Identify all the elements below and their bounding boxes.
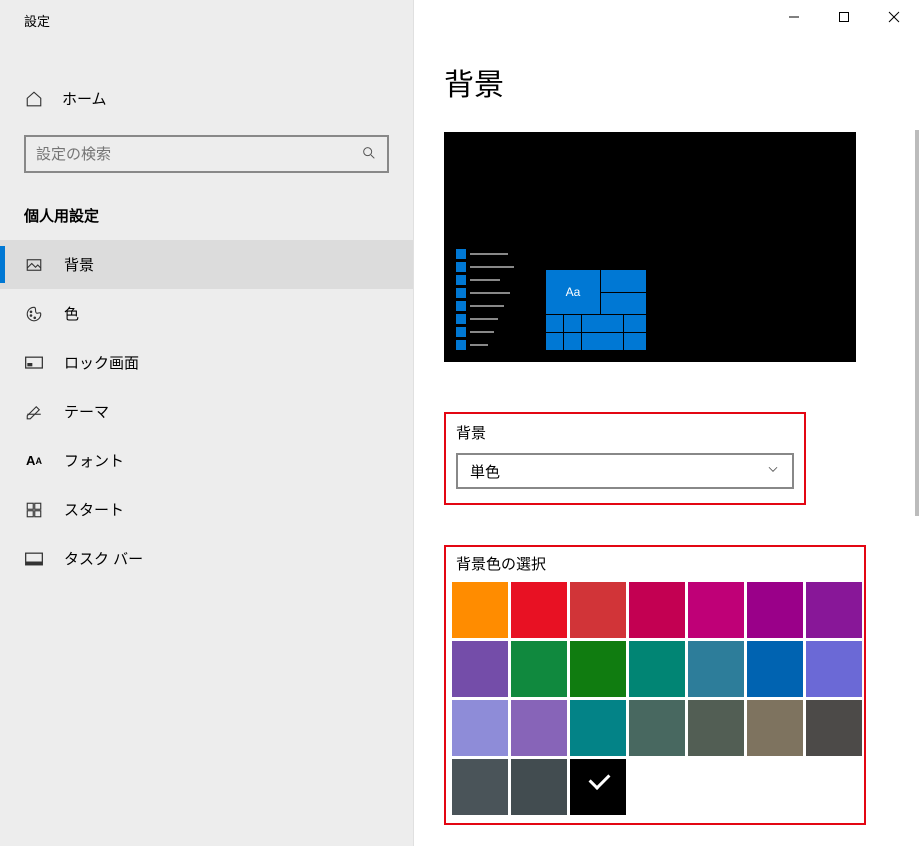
nav-item-lockscreen[interactable]: ロック画面 (0, 338, 413, 387)
color-swatch[interactable] (452, 759, 508, 815)
color-swatch[interactable] (688, 582, 744, 638)
nav-item-themes[interactable]: テーマ (0, 387, 413, 436)
monitor-icon (24, 353, 44, 373)
nav-item-label: スタート (64, 499, 124, 520)
desktop-preview: Aa (444, 132, 856, 362)
search-field[interactable] (36, 146, 361, 163)
color-swatch[interactable] (747, 641, 803, 697)
category-label: 個人用設定 (0, 173, 413, 240)
nav-item-label: 色 (64, 303, 79, 324)
color-swatch[interactable] (570, 582, 626, 638)
color-swatch[interactable] (806, 700, 862, 756)
nav-home-label: ホーム (62, 88, 107, 109)
color-swatch[interactable] (747, 700, 803, 756)
background-dropdown-value: 単色 (470, 461, 500, 482)
window-title: 設定 (0, 0, 413, 40)
nav-list: 背景 色 ロック画面 テーマ AA フォント (0, 240, 413, 583)
color-swatch[interactable] (747, 582, 803, 638)
chevron-down-icon (766, 462, 780, 480)
color-swatch[interactable] (570, 759, 626, 815)
color-swatch[interactable] (688, 700, 744, 756)
background-type-section: 背景 単色 (444, 412, 806, 505)
nav-item-taskbar[interactable]: タスク バー (0, 534, 413, 583)
color-swatch[interactable] (629, 641, 685, 697)
nav-item-label: フォント (64, 450, 124, 471)
color-swatch[interactable] (806, 582, 862, 638)
nav-item-colors[interactable]: 色 (0, 289, 413, 338)
color-swatch[interactable] (570, 700, 626, 756)
grid-icon (24, 500, 44, 520)
nav-item-label: テーマ (64, 401, 109, 422)
nav-item-label: 背景 (64, 254, 94, 275)
nav-home[interactable]: ホーム (0, 80, 413, 117)
color-grid (452, 582, 858, 815)
main-pane: 背景 Aa (414, 0, 919, 846)
color-swatch[interactable] (511, 641, 567, 697)
nav-item-label: タスク バー (64, 548, 143, 569)
color-swatch[interactable] (688, 641, 744, 697)
nav-item-start[interactable]: スタート (0, 485, 413, 534)
color-swatch[interactable] (511, 759, 567, 815)
palette-icon (24, 304, 44, 324)
font-icon: AA (24, 451, 44, 471)
background-dropdown-label: 背景 (456, 422, 794, 443)
sidebar: 設定 ホーム 個人用設定 背景 色 ロック画面 (0, 0, 414, 846)
color-swatch[interactable] (452, 700, 508, 756)
color-swatch[interactable] (452, 582, 508, 638)
color-swatch[interactable] (629, 700, 685, 756)
color-swatch[interactable] (570, 641, 626, 697)
preview-start-tiles: Aa (546, 270, 646, 350)
color-swatch[interactable] (806, 641, 862, 697)
close-button[interactable] (869, 0, 919, 34)
maximize-button[interactable] (819, 0, 869, 34)
nav-item-background[interactable]: 背景 (0, 240, 413, 289)
page-title: 背景 (444, 60, 889, 104)
picture-icon (24, 255, 44, 275)
color-swatch[interactable] (511, 582, 567, 638)
preview-start-list (456, 249, 536, 350)
color-swatch[interactable] (511, 700, 567, 756)
nav-item-label: ロック画面 (64, 352, 139, 373)
background-dropdown[interactable]: 単色 (456, 453, 794, 489)
color-section-label: 背景色の選択 (456, 553, 858, 574)
brush-icon (24, 402, 44, 422)
background-color-section: 背景色の選択 (444, 545, 866, 825)
taskbar-icon (24, 549, 44, 569)
minimize-button[interactable] (769, 0, 819, 34)
preview-tile-text: Aa (546, 270, 601, 314)
nav-item-fonts[interactable]: AA フォント (0, 436, 413, 485)
home-icon (24, 89, 44, 109)
window-controls (769, 0, 919, 34)
color-swatch[interactable] (629, 582, 685, 638)
search-input[interactable] (24, 135, 389, 173)
search-icon (361, 145, 377, 164)
color-swatch[interactable] (452, 641, 508, 697)
scrollbar[interactable] (915, 130, 919, 516)
